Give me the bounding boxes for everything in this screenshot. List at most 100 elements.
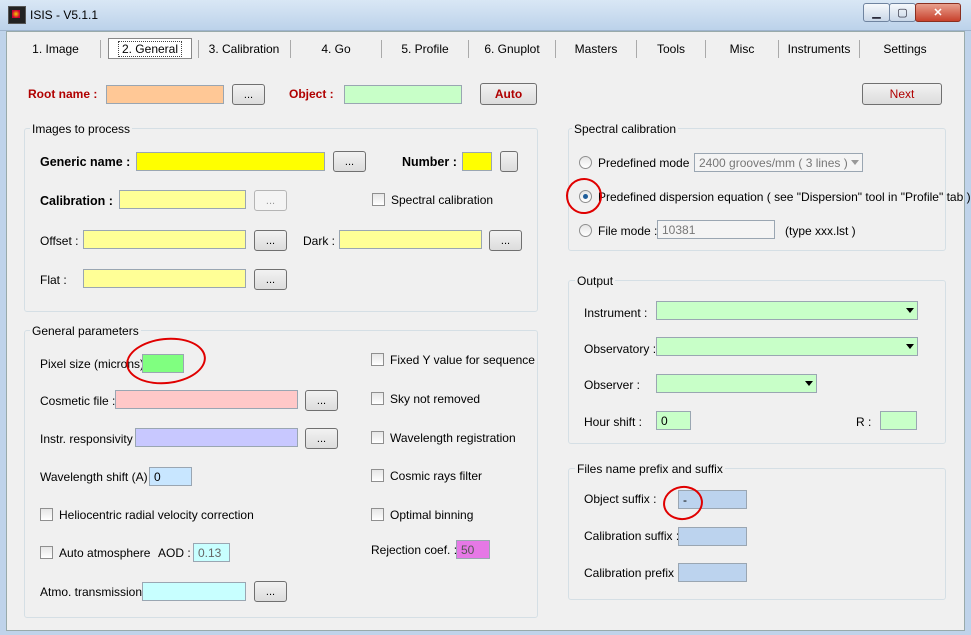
calibration-input[interactable]: [119, 190, 246, 209]
responsivity-browse-button[interactable]: ...: [305, 428, 338, 449]
images-group-title: Images to process: [30, 122, 133, 136]
auto-atmosphere-label: Auto atmosphere: [59, 546, 151, 560]
auto-atmosphere-checkbox[interactable]: [40, 546, 53, 559]
tab-separator: [859, 40, 860, 58]
chevron-down-icon: [805, 381, 813, 386]
wavelength-registration-checkbox[interactable]: [371, 431, 384, 444]
grooves-dropdown[interactable]: 2400 grooves/mm ( 3 lines ): [694, 153, 863, 172]
r-input[interactable]: [880, 411, 917, 430]
tab-masters[interactable]: Masters: [557, 37, 635, 61]
flat-input[interactable]: [83, 269, 246, 288]
dispersion-equation-label: Predefined dispersion equation ( see "Di…: [598, 190, 971, 204]
tab-separator: [555, 40, 556, 58]
heliocentric-label: Heliocentric radial velocity correction: [59, 508, 254, 522]
tab-tools[interactable]: Tools: [638, 37, 704, 61]
fixed-y-label: Fixed Y value for sequence: [390, 353, 535, 367]
auto-button[interactable]: Auto: [480, 83, 537, 105]
observer-label: Observer :: [584, 378, 641, 392]
cosmic-rays-label: Cosmic rays filter: [390, 469, 483, 483]
root-name-input[interactable]: [106, 85, 224, 104]
cosmic-rays-checkbox[interactable]: [371, 469, 384, 482]
file-mode-input[interactable]: 10381: [657, 220, 775, 239]
aod-input[interactable]: 0.13: [193, 543, 230, 562]
generic-name-label: Generic name :: [40, 155, 131, 169]
calibration-label: Calibration :: [40, 194, 113, 208]
general-parameters-title: General parameters: [30, 324, 141, 338]
cosmetic-file-input[interactable]: [115, 390, 298, 409]
atmo-transmission-input[interactable]: [142, 582, 246, 601]
wavelength-shift-input[interactable]: 0: [149, 467, 192, 486]
tab-separator: [100, 40, 101, 58]
tab-separator: [778, 40, 779, 58]
observer-dropdown[interactable]: [656, 374, 817, 393]
atmo-transmission-browse-button[interactable]: ...: [254, 581, 287, 602]
calibration-suffix-input[interactable]: [678, 527, 747, 546]
tab-image[interactable]: 1. Image: [13, 37, 98, 61]
generic-browse-button[interactable]: ...: [333, 151, 366, 172]
object-input[interactable]: [344, 85, 462, 104]
file-mode-label: File mode :: [598, 224, 658, 238]
responsivity-input[interactable]: [135, 428, 298, 447]
title-bar: [0, 0, 971, 31]
wavelength-registration-label: Wavelength registration: [390, 431, 516, 445]
tab-general[interactable]: 2. General: [108, 38, 192, 59]
number-input[interactable]: [462, 152, 492, 171]
tab-settings[interactable]: Settings: [861, 37, 949, 61]
observatory-label: Observatory :: [584, 342, 657, 356]
flat-label: Flat :: [40, 273, 67, 287]
calibration-prefix-input[interactable]: [678, 563, 747, 582]
flat-browse-button[interactable]: ...: [254, 269, 287, 290]
tab-general-label: 2. General: [117, 40, 183, 57]
file-type-hint: (type xxx.lst ): [785, 224, 856, 238]
tab-profile[interactable]: 5. Profile: [383, 37, 467, 61]
file-mode-radio[interactable]: [579, 224, 592, 237]
offset-input[interactable]: [83, 230, 246, 249]
responsivity-label: Instr. responsivity :: [40, 432, 140, 446]
maximize-button[interactable]: ▢: [889, 3, 916, 22]
calibration-browse-button[interactable]: ...: [254, 190, 287, 211]
spectral-calibration-label: Spectral calibration: [391, 193, 494, 207]
tab-gnuplot[interactable]: 6. Gnuplot: [470, 37, 554, 61]
heliocentric-checkbox[interactable]: [40, 508, 53, 521]
hour-shift-label: Hour shift :: [584, 415, 643, 429]
close-button[interactable]: ✕: [915, 3, 961, 22]
calibration-suffix-label: Calibration suffix :: [584, 529, 680, 543]
tab-calibration[interactable]: 3. Calibration: [200, 37, 288, 61]
spectral-calibration-checkbox[interactable]: [372, 193, 385, 206]
dark-input[interactable]: [339, 230, 482, 249]
grooves-value: 2400 grooves/mm ( 3 lines ): [699, 156, 848, 170]
tab-separator: [468, 40, 469, 58]
cosmetic-file-label: Cosmetic file :: [40, 394, 116, 408]
observatory-dropdown[interactable]: [656, 337, 918, 356]
chevron-down-icon: [906, 344, 914, 349]
number-button[interactable]: [500, 151, 518, 172]
minimize-button[interactable]: ▁: [863, 3, 890, 22]
predefined-mode-radio[interactable]: [579, 156, 592, 169]
fixed-y-checkbox[interactable]: [371, 353, 384, 366]
maximize-icon: ▢: [897, 7, 908, 19]
dark-browse-button[interactable]: ...: [489, 230, 522, 251]
root-browse-button[interactable]: ...: [232, 84, 265, 105]
offset-browse-button[interactable]: ...: [254, 230, 287, 251]
tab-go[interactable]: 4. Go: [292, 37, 380, 61]
tab-separator: [198, 40, 199, 58]
tab-misc[interactable]: Misc: [707, 37, 777, 61]
hour-shift-input[interactable]: 0: [656, 411, 691, 430]
rejection-coef-label: Rejection coef. :: [371, 543, 458, 557]
output-title: Output: [575, 274, 616, 288]
tab-separator: [636, 40, 637, 58]
optimal-binning-checkbox[interactable]: [371, 508, 384, 521]
next-button[interactable]: Next: [862, 83, 942, 105]
sky-not-removed-checkbox[interactable]: [371, 392, 384, 405]
tab-separator: [705, 40, 706, 58]
prefix-suffix-title: Files name prefix and suffix: [575, 462, 725, 476]
rejection-coef-input[interactable]: 50: [456, 540, 490, 559]
tab-instruments[interactable]: Instruments: [780, 37, 858, 61]
instrument-dropdown[interactable]: [656, 301, 918, 320]
generic-name-input[interactable]: [136, 152, 325, 171]
cosmetic-browse-button[interactable]: ...: [305, 390, 338, 411]
tab-separator: [381, 40, 382, 58]
chevron-down-icon: [906, 308, 914, 313]
r-label: R :: [856, 415, 872, 429]
tab-separator: [290, 40, 291, 58]
